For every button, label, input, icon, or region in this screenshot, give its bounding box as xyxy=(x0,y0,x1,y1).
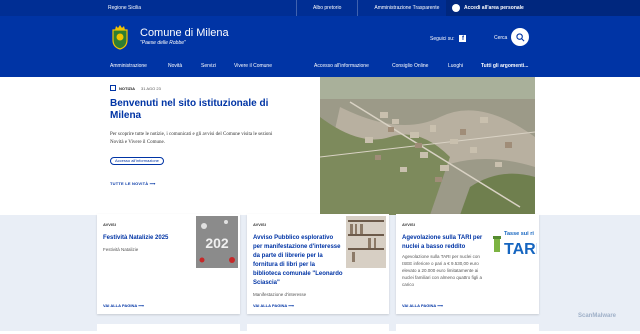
card-kind: AVVISI xyxy=(253,222,266,227)
nav-amministrazione[interactable]: Amministrazione xyxy=(110,63,147,69)
region-link[interactable]: Regione Sicilia xyxy=(108,5,141,11)
albo-pretorio-link[interactable]: Albo pretorio xyxy=(296,0,357,16)
scanmalware-watermark: ScanMalware xyxy=(578,313,617,319)
hero-topic-pill[interactable]: Accesso all'informazione xyxy=(110,157,164,165)
thumbnail-word: TARI xyxy=(504,241,537,258)
arrow-right-icon: ⟶ xyxy=(436,303,443,308)
card-title[interactable]: Avviso Pubblico esplorativo per manifest… xyxy=(253,234,343,288)
site-header: Comune di Milena "Paese delle Robbe" Seg… xyxy=(0,16,640,60)
all-news-label: TUTTE LE NOVITÀ xyxy=(110,181,149,186)
nav-novita[interactable]: Novità xyxy=(168,63,182,69)
login-label: Accedi all'area personale xyxy=(464,5,524,11)
top-bar: Regione Sicilia Albo pretorio Amministra… xyxy=(0,0,640,16)
search-label: Cerca xyxy=(494,35,508,41)
arrow-right-icon: ⟶ xyxy=(287,303,294,308)
news-card-partial[interactable] xyxy=(396,324,539,334)
aerial-town-photo xyxy=(320,77,535,215)
user-icon xyxy=(452,4,460,12)
news-card[interactable]: AVVISI Festività Natalizie 2025 Festivit… xyxy=(97,214,240,314)
municipal-crest-logo[interactable] xyxy=(110,24,130,50)
all-news-link[interactable]: TUTTE LE NOVITÀ ⟶ xyxy=(110,181,156,186)
nav-accesso-informazione[interactable]: Accesso all'informazione xyxy=(314,63,369,69)
card-more-link[interactable]: VAI ALLA PAGINA ⟶ xyxy=(402,303,443,308)
facebook-icon[interactable]: f xyxy=(459,35,467,42)
card-title[interactable]: Agevolazione sulla TARI per nuclei a bas… xyxy=(402,234,490,252)
social-label: Seguici su: xyxy=(430,35,455,42)
card-more-link[interactable]: VAI ALLA PAGINA ⟶ xyxy=(103,303,144,308)
arrow-right-icon: ⟶ xyxy=(149,181,156,186)
top-links: Albo pretorio Amministrazione Trasparent… xyxy=(296,0,455,16)
arrow-right-icon: ⟶ xyxy=(137,303,144,308)
thumbnail-caption: Tasse sui ri xyxy=(504,231,534,237)
card-more-label: VAI ALLA PAGINA xyxy=(402,303,437,308)
nav-servizi[interactable]: Servizi xyxy=(201,63,216,69)
nav-vivere-il-comune[interactable]: Vivere il Comune xyxy=(234,63,272,69)
nav-consiglio-online[interactable]: Consiglio Online xyxy=(392,63,428,69)
card-subtitle: Festività Natalizie xyxy=(103,247,139,252)
news-card[interactable]: AVVISI Avviso Pubblico esplorativo per m… xyxy=(247,214,389,314)
amministrazione-trasparente-link[interactable]: Amministrazione Trasparente xyxy=(357,0,455,16)
login-button[interactable]: Accedi all'area personale xyxy=(446,0,640,16)
news-card-partial[interactable] xyxy=(247,324,389,334)
thumbnail-year: 202 xyxy=(205,235,229,251)
hero-tag: NOTIZIA xyxy=(119,85,135,91)
site-motto: "Paese delle Robbe" xyxy=(140,40,186,46)
search-icon xyxy=(515,32,524,41)
card-kind: AVVISI xyxy=(103,222,116,227)
card-more-label: VAI ALLA PAGINA xyxy=(253,303,288,308)
tari-thumbnail: Tasse sui ri TARI xyxy=(492,228,537,258)
main-nav: Amministrazione Novità Servizi Vivere il… xyxy=(0,60,640,77)
card-subtitle: Manifestazione d'interesse xyxy=(253,292,307,297)
card-more-label: VAI ALLA PAGINA xyxy=(103,303,138,308)
search-button[interactable] xyxy=(511,28,529,46)
card-subtitle: Agevolazione sulla TARI per nuclei con I… xyxy=(402,254,483,287)
social-block: Seguici su: f xyxy=(430,35,467,42)
card-title[interactable]: Festività Natalizie 2025 xyxy=(103,234,193,243)
card-kind: AVVISI xyxy=(402,222,415,227)
hero-meta: NOTIZIA 31 AGO 23 xyxy=(110,85,161,91)
hero-date: 31 AGO 23 xyxy=(141,85,161,91)
library-thumbnail xyxy=(346,216,386,268)
hero-text: Per scoprire tutte le notizie, i comunic… xyxy=(110,132,273,145)
news-card-partial[interactable] xyxy=(97,324,240,334)
nav-luoghi[interactable]: Luoghi xyxy=(448,63,463,69)
christmas-thumbnail: 202 xyxy=(196,216,238,268)
site-name[interactable]: Comune di Milena xyxy=(140,27,229,39)
calendar-icon xyxy=(110,85,116,91)
hero-title[interactable]: Benvenuti nel sito istituzionale di Mile… xyxy=(110,98,275,122)
card-more-link[interactable]: VAI ALLA PAGINA ⟶ xyxy=(253,303,294,308)
news-card[interactable]: AVVISI Agevolazione sulla TARI per nucle… xyxy=(396,214,539,314)
nav-tutti-argomenti[interactable]: Tutti gli argomenti... xyxy=(481,63,528,69)
